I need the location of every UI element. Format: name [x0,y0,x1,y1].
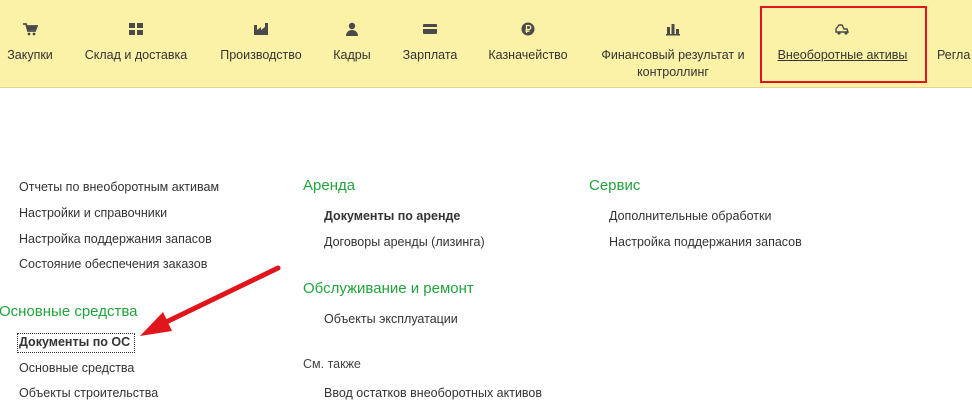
annotation-arrow [140,265,281,336]
